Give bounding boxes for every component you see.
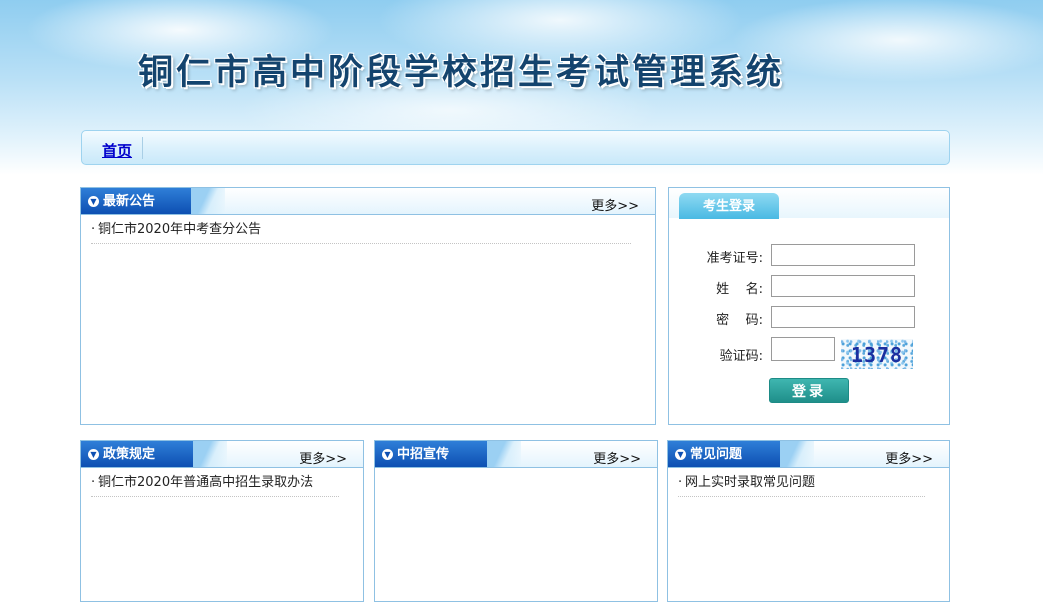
policy-list: · 铜仁市2020年普通高中招生录取办法 — [91, 471, 339, 497]
promotion-more-link[interactable]: 更多>> — [593, 448, 641, 467]
nav-home-link[interactable]: 首页 — [102, 140, 132, 161]
captcha-image[interactable]: 1378 — [841, 339, 913, 369]
policy-panel: ▼ 政策规定 更多>> · 铜仁市2020年普通高中招生录取办法 — [80, 440, 364, 602]
promotion-tab: ▼ 中招宣传 — [375, 441, 521, 467]
login-header: 考生登录 — [669, 188, 949, 219]
faq-more-link[interactable]: 更多>> — [885, 448, 933, 467]
promotion-title: 中招宣传 — [397, 447, 450, 462]
exam-no-label: 准考证号: — [706, 251, 763, 266]
announcements-tab: ▼ 最新公告 — [81, 188, 225, 214]
captcha-label: 验证码: — [719, 349, 763, 364]
promotion-panel: ▼ 中招宣传 更多>> — [374, 440, 658, 602]
site-title: 铜仁市高中阶段学校招生考试管理系统 — [138, 53, 785, 93]
faq-panel: ▼ 常见问题 更多>> · 网上实时录取常见问题 — [667, 440, 950, 602]
policy-title: 政策规定 — [103, 447, 156, 462]
chevron-down-icon: ▼ — [88, 449, 99, 460]
password-input[interactable] — [771, 306, 915, 328]
list-item-text: 网上实时录取常见问题 — [685, 475, 816, 490]
promotion-header: ▼ 中招宣传 更多>> — [375, 441, 657, 468]
captcha-input[interactable] — [771, 337, 835, 361]
login-tab: 考生登录 — [679, 193, 779, 219]
policy-tab: ▼ 政策规定 — [81, 441, 227, 467]
login-panel: 考生登录 准考证号: 姓 名: 密 码: 验证码: 1378 登录 — [668, 187, 950, 425]
faq-tab: ▼ 常见问题 — [668, 441, 814, 467]
name-input[interactable] — [771, 275, 915, 297]
list-item[interactable]: · 铜仁市2020年中考查分公告 — [91, 218, 631, 244]
policy-more-link[interactable]: 更多>> — [299, 448, 347, 467]
name-label: 姓 名: — [716, 282, 763, 297]
chevron-down-icon: ▼ — [88, 196, 99, 207]
announcements-more-link[interactable]: 更多>> — [591, 195, 639, 214]
chevron-down-icon: ▼ — [675, 449, 686, 460]
list-item[interactable]: · 网上实时录取常见问题 — [678, 471, 925, 497]
announcements-panel: ▼ 最新公告 更多>> · 铜仁市2020年中考查分公告 — [80, 187, 656, 425]
exam-no-input[interactable] — [771, 244, 915, 266]
policy-header: ▼ 政策规定 更多>> — [81, 441, 363, 468]
login-button[interactable]: 登录 — [769, 378, 849, 403]
faq-title: 常见问题 — [690, 447, 743, 462]
chevron-down-icon: ▼ — [382, 449, 393, 460]
faq-header: ▼ 常见问题 更多>> — [668, 441, 949, 468]
nav-divider — [142, 137, 143, 159]
faq-list: · 网上实时录取常见问题 — [678, 471, 925, 497]
nav-bar: 首页 — [81, 130, 950, 165]
announcements-header: ▼ 最新公告 更多>> — [81, 188, 655, 215]
list-item[interactable]: · 铜仁市2020年普通高中招生录取办法 — [91, 471, 339, 497]
announcements-title: 最新公告 — [103, 194, 156, 209]
announcements-list: · 铜仁市2020年中考查分公告 — [91, 218, 631, 244]
list-item-text: 铜仁市2020年普通高中招生录取办法 — [98, 475, 314, 490]
password-label: 密 码: — [716, 313, 763, 328]
list-item-text: 铜仁市2020年中考查分公告 — [98, 222, 262, 237]
